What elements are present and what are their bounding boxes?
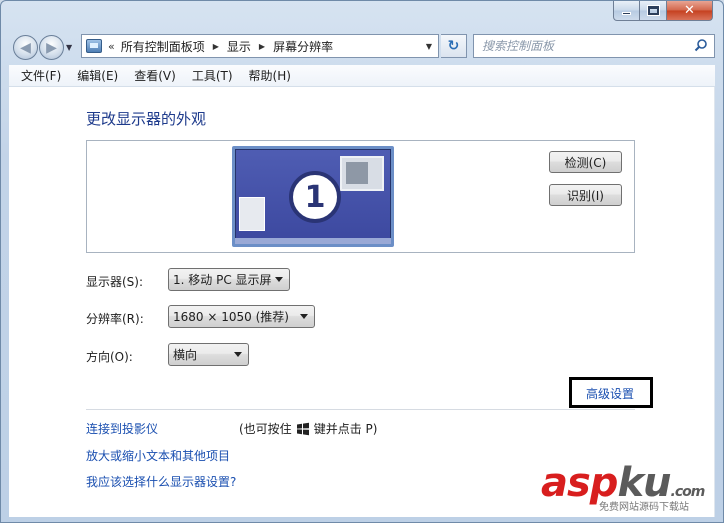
watermark-part1: asp	[541, 460, 618, 506]
detect-button[interactable]: 检测(C)	[549, 151, 622, 173]
chevron-down-icon	[300, 314, 308, 319]
taskbar-thumbnail	[235, 238, 391, 244]
monitor-number-badge: 1	[289, 171, 341, 223]
window-frame: ✕ ◀ ▶ ▼ « 所有控制面板项 ▶ 显示 ▶ 屏幕分辨率 ▼ ↻ 文件(F)…	[0, 0, 724, 523]
menu-help[interactable]: 帮助(H)	[241, 67, 299, 84]
back-arrow-icon: ◀	[20, 39, 31, 56]
chevron-down-icon	[275, 277, 283, 282]
search-box[interactable]	[473, 34, 715, 58]
content-edge	[714, 87, 715, 517]
address-dropdown-icon[interactable]: ▼	[426, 42, 432, 51]
advanced-settings-link[interactable]: 高级设置	[586, 385, 634, 402]
watermark-part2: ku	[617, 460, 671, 506]
text-size-link[interactable]: 放大或缩小文本和其他项目	[86, 447, 230, 464]
menu-bar: 文件(F) 编辑(E) 查看(V) 工具(T) 帮助(H)	[9, 65, 715, 87]
menu-tools[interactable]: 工具(T)	[184, 67, 241, 84]
orientation-select[interactable]: 横向	[168, 343, 249, 366]
breadcrumb-overflow[interactable]: «	[108, 40, 115, 53]
page-title: 更改显示器的外观	[86, 110, 207, 128]
caption-buttons: ✕	[613, 1, 713, 21]
monitor-thumbnail[interactable]: 1	[232, 146, 394, 247]
menu-file[interactable]: 文件(F)	[13, 67, 69, 84]
close-button[interactable]: ✕	[667, 1, 713, 21]
menu-view[interactable]: 查看(V)	[126, 67, 184, 84]
maximize-button[interactable]	[640, 1, 667, 21]
close-icon: ✕	[684, 3, 695, 18]
back-button[interactable]: ◀	[13, 35, 38, 60]
resolution-select-value: 1680 × 1050 (推荐)	[173, 310, 289, 324]
breadcrumb-separator-icon[interactable]: ▶	[259, 42, 265, 51]
identify-button[interactable]: 识别(I)	[549, 184, 622, 206]
display-label: 显示器(S):	[86, 275, 144, 289]
which-settings-link[interactable]: 我应该选择什么显示器设置?	[86, 473, 236, 490]
site-watermark: aspku.com 免费网站源码下载站	[541, 460, 706, 513]
control-panel-icon	[86, 39, 102, 53]
refresh-icon: ↻	[447, 38, 460, 54]
document-thumbnail-icon	[239, 197, 265, 231]
address-bar[interactable]: « 所有控制面板项 ▶ 显示 ▶ 屏幕分辨率 ▼	[81, 34, 439, 58]
chevron-down-icon	[234, 352, 242, 357]
search-icon[interactable]	[694, 38, 708, 52]
maximize-icon	[646, 5, 660, 16]
content-pane: 更改显示器的外观 1 检测(C) 识别(I) 显示器(S): 1. 移动 PC …	[9, 87, 715, 517]
display-select[interactable]: 1. 移动 PC 显示屏	[168, 268, 290, 291]
recent-pages-dropdown[interactable]: ▼	[66, 43, 72, 52]
menu-edit[interactable]: 编辑(E)	[69, 67, 126, 84]
resolution-label: 分辨率(R):	[86, 312, 144, 326]
window-thumbnail-icon	[340, 156, 384, 191]
refresh-button[interactable]: ↻	[441, 34, 467, 58]
divider	[86, 409, 635, 410]
minimize-icon	[622, 12, 631, 15]
breadcrumb-resolution[interactable]: 屏幕分辨率	[273, 38, 333, 55]
watermark-suffix: .com	[670, 484, 706, 500]
breadcrumb-display[interactable]: 显示	[227, 38, 251, 55]
windows-logo-icon	[296, 422, 309, 435]
projector-hint-post: 键并点击 P)	[313, 422, 378, 436]
watermark-sub: 免费网站源码下载站	[599, 502, 689, 513]
forward-arrow-icon: ▶	[46, 39, 57, 56]
connect-projector-link[interactable]: 连接到投影仪	[86, 420, 158, 437]
resolution-select[interactable]: 1680 × 1050 (推荐)	[168, 305, 315, 328]
minimize-button[interactable]	[613, 1, 640, 21]
forward-button[interactable]: ▶	[39, 35, 64, 60]
orientation-select-value: 横向	[173, 348, 198, 362]
breadcrumb-all-items[interactable]: 所有控制面板项	[121, 38, 205, 55]
breadcrumb-separator-icon[interactable]: ▶	[213, 42, 219, 51]
display-select-value: 1. 移动 PC 显示屏	[173, 273, 272, 287]
orientation-label: 方向(O):	[86, 350, 133, 364]
projector-hint-pre: (也可按住	[239, 422, 292, 436]
search-input[interactable]	[482, 39, 682, 53]
projector-hint: (也可按住 键并点击 P)	[239, 420, 377, 437]
